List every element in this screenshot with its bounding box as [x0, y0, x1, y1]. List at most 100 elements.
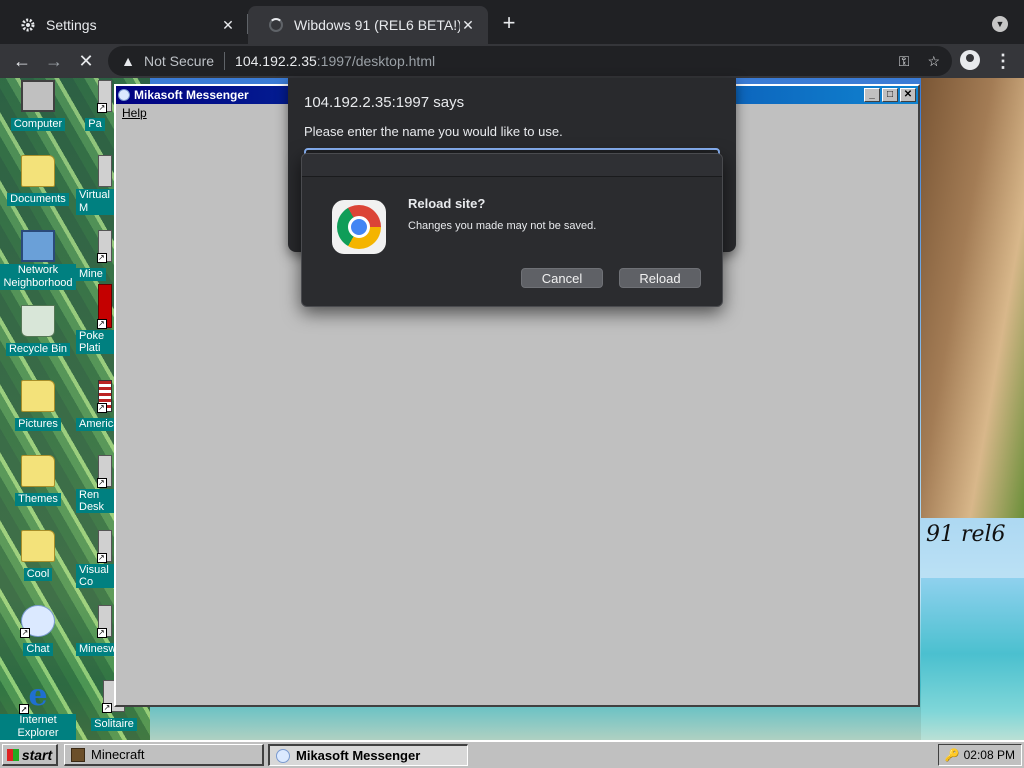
chrome-logo-icon [332, 200, 386, 254]
desktop-icon-partial[interactable]: ↗ America [76, 380, 114, 432]
desktop-icon-chat[interactable]: ↗ Chat [0, 605, 76, 657]
url-path[interactable]: :1997/desktop.html [317, 53, 435, 69]
app-icon: ↗ [97, 80, 112, 113]
clock[interactable]: 02:08 PM [964, 748, 1015, 762]
prompt-message: Please enter the name you would like to … [304, 124, 563, 139]
stop-loading-icon[interactable]: ✕ [74, 49, 98, 73]
windows-logo-icon [6, 748, 19, 761]
dialog-message: Changes you made may not be saved. [408, 220, 597, 232]
app-icon: ↗ [97, 284, 112, 329]
taskbar-item-messenger[interactable]: Mikasoft Messenger [268, 744, 468, 766]
icon-label: Mine [76, 268, 106, 281]
desktop-icon-partial[interactable]: Virtual M [76, 155, 114, 216]
desktop-icon-partial[interactable]: ↗ Poke Plati [76, 284, 114, 356]
star-bookmark-icon[interactable]: ☆ [927, 53, 940, 70]
icon-label: Cool [23, 568, 53, 581]
desktop-icon-partial[interactable]: ↗ Minesw [76, 605, 114, 657]
tab-wibdows[interactable]: Wibdows 91 (REL6 BETA!) ✕ [248, 6, 488, 44]
folder-icon [21, 155, 55, 187]
folder-icon [21, 455, 55, 487]
close-icon[interactable]: ✕ [220, 17, 236, 33]
desktop-icon-computer[interactable]: Computer [0, 80, 76, 132]
tab-title: Wibdows 91 (REL6 BETA!) [294, 17, 460, 33]
desktop-icon-network[interactable]: Network Neighborhood [0, 230, 76, 291]
desktop-icon-pictures[interactable]: Pictures [0, 380, 76, 432]
icon-label: Solitaire [91, 718, 137, 731]
desktop-icon-themes[interactable]: Themes [0, 455, 76, 507]
icon-label: Recycle Bin [5, 343, 71, 356]
network-icon [21, 230, 55, 262]
key-icon[interactable]: ⚿ [899, 53, 910, 70]
browser-tab-strip: Settings ✕ Wibdows 91 (REL6 BETA!) ✕ + ▼ [0, 0, 1024, 44]
icon-label: Visual Co [76, 564, 114, 588]
task-label: Minecraft [91, 747, 145, 762]
chat-bubble-icon: ↗ [20, 605, 55, 638]
messenger-icon [118, 89, 130, 101]
icon-label: Chat [23, 643, 53, 656]
start-button[interactable]: start [2, 744, 58, 766]
app-icon: ↗ [97, 455, 112, 488]
cancel-button[interactable]: Cancel [521, 268, 603, 288]
icon-label: Network Neighborhood [0, 264, 76, 290]
icon-label: Minesw [76, 643, 114, 656]
icon-label: America [76, 418, 114, 431]
icon-label: Virtual M [76, 189, 114, 215]
new-tab-button[interactable]: + [498, 12, 520, 34]
minimize-button[interactable]: _ [864, 88, 880, 102]
security-status[interactable]: Not Secure [144, 53, 214, 69]
desktop-icon-partial[interactable]: ↗ Mine [76, 230, 114, 282]
icon-label: Ren Desk [76, 489, 114, 513]
prompt-title: 104.192.2.35:1997 says [304, 94, 465, 111]
app-icon: ↗ [97, 605, 112, 638]
warning-triangle-icon[interactable]: ▲ [120, 53, 136, 69]
desktop-icon-recycle-bin[interactable]: Recycle Bin [0, 305, 76, 357]
folder-icon [21, 530, 55, 562]
taskbar-item-minecraft[interactable]: Minecraft [64, 744, 264, 766]
app-icon: ↗ [97, 230, 112, 263]
dialog-title: Reload site? [408, 196, 486, 211]
desktop-icon-cool[interactable]: Cool [0, 530, 76, 582]
app-icon [98, 155, 112, 187]
forward-arrow-icon[interactable]: → [42, 49, 66, 73]
tab-title: Settings [46, 17, 97, 33]
menu-help[interactable]: Help [122, 106, 147, 120]
desktop-icon-internet-explorer[interactable]: e ↗ Internet Explorer [0, 680, 76, 741]
flag-icon: ↗ [97, 380, 112, 413]
icon-label: Poke Plati [76, 330, 114, 354]
more-menu-icon[interactable]: ⋮ [994, 49, 1012, 73]
reload-site-dialog: Reload site? Changes you made may not be… [301, 153, 723, 307]
task-label: Mikasoft Messenger [296, 748, 421, 763]
messenger-icon [276, 748, 290, 763]
wallpaper-text: 91 rel6 [926, 522, 1006, 547]
maximize-button[interactable]: □ [882, 88, 898, 102]
dialog-header-bar [302, 154, 722, 177]
key-icon[interactable]: 🔑 [945, 748, 960, 762]
tab-search-icon[interactable]: ▼ [992, 16, 1008, 32]
folder-icon [21, 380, 55, 412]
tab-settings[interactable]: Settings ✕ [0, 6, 248, 44]
desktop-icon-partial[interactable]: ↗ Pa [76, 80, 114, 132]
start-label: start [21, 746, 53, 763]
browser-toolbar: ← → ✕ ▲ Not Secure 104.192.2.35:1997/des… [0, 44, 1024, 78]
minecraft-block-icon [71, 747, 85, 762]
url-host[interactable]: 104.192.2.35 [235, 53, 317, 69]
icon-label: Pictures [15, 418, 61, 431]
reload-button[interactable]: Reload [619, 268, 701, 288]
desktop-icon-partial[interactable]: ↗ Ren Desk [76, 455, 114, 515]
desktop-icon-partial[interactable]: ↗ Visual Co [76, 530, 114, 590]
app-icon: ↗ [97, 530, 112, 563]
close-icon[interactable]: ✕ [460, 17, 476, 33]
icon-label: Pa [85, 118, 105, 131]
profile-avatar-icon[interactable] [960, 50, 980, 70]
loading-spinner-icon [268, 17, 284, 33]
palm-trunk-wallpaper [921, 78, 1024, 518]
icon-label: Documents [7, 193, 69, 206]
desktop-icon-documents[interactable]: Documents [0, 155, 76, 207]
close-button[interactable]: ✕ [900, 88, 916, 102]
address-bar[interactable]: ▲ Not Secure 104.192.2.35:1997/desktop.h… [108, 46, 952, 76]
taskbar: start Minecraft Mikasoft Messenger 🔑 02:… [0, 740, 1024, 768]
system-tray: 🔑 02:08 PM [938, 744, 1022, 766]
back-arrow-icon[interactable]: ← [10, 49, 34, 73]
computer-icon [21, 80, 55, 112]
omnibox-divider [224, 52, 226, 70]
